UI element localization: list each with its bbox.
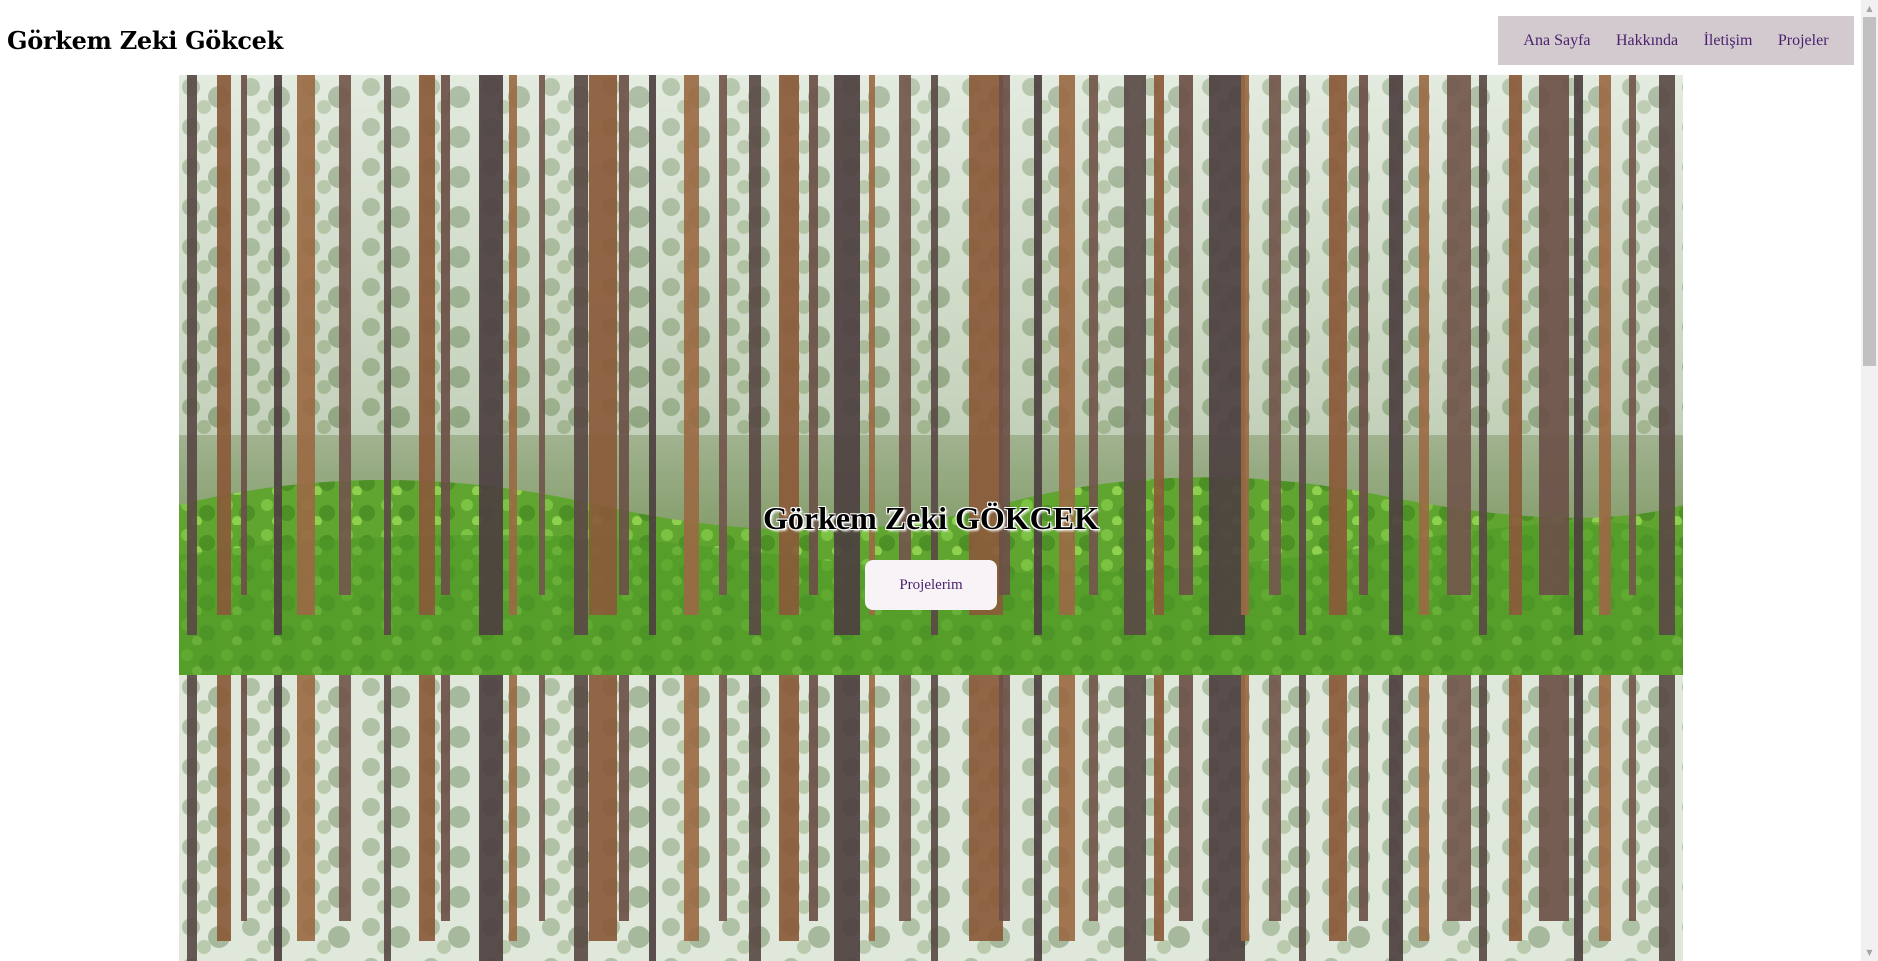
tree-trunk (1124, 675, 1146, 961)
scroll-up-arrow-icon[interactable]: ▲ (1861, 0, 1878, 17)
page: Görkem Zeki Gökcek Ana Sayfa Hakkında İl… (0, 0, 1878, 961)
tree-trunk (1089, 675, 1098, 921)
tree-trunk (834, 675, 860, 961)
tree-trunk (931, 75, 938, 635)
tree-trunk (899, 675, 911, 921)
tree-trunk (1419, 675, 1429, 941)
vertical-scrollbar[interactable]: ▲ ▼ (1861, 0, 1878, 961)
hero-section: Görkem Zeki GÖKCEK Projelerim (179, 75, 1683, 675)
tree-trunk (1269, 675, 1281, 921)
tree-trunk (241, 675, 247, 921)
tree-trunk (834, 75, 860, 635)
tree-trunk (1241, 675, 1249, 941)
tree-trunk (684, 675, 699, 941)
tree-trunk (649, 675, 656, 961)
tree-trunk (1574, 675, 1583, 961)
nav-link-home[interactable]: Ana Sayfa (1523, 32, 1590, 50)
tree-trunk (999, 675, 1010, 921)
scrollbar-thumb[interactable] (1863, 17, 1876, 366)
tree-trunk (479, 675, 503, 961)
tree-trunk (419, 675, 435, 941)
tree-trunk (1209, 75, 1245, 635)
tree-trunk (719, 675, 727, 921)
hero-heading: Görkem Zeki GÖKCEK (763, 500, 1099, 536)
tree-trunk (1359, 675, 1368, 921)
nav-link-about[interactable]: Hakkında (1616, 32, 1678, 50)
tree-trunk (339, 675, 351, 921)
tree-trunk (384, 75, 391, 635)
tree-trunk (574, 75, 588, 635)
tree-trunk (589, 675, 617, 941)
tree-trunk (931, 675, 938, 961)
scroll-down-arrow-icon[interactable]: ▼ (1861, 944, 1878, 961)
tree-trunk (479, 75, 503, 635)
tree-trunk (1299, 675, 1306, 961)
tree-trunk (384, 675, 391, 961)
tree-trunk (574, 675, 588, 961)
tree-trunk (187, 675, 197, 961)
repeated-forest-background (179, 675, 1683, 961)
tree-trunk (749, 675, 761, 961)
tree-trunk (441, 675, 450, 921)
tree-trunk (187, 75, 197, 635)
tree-trunk (1034, 675, 1042, 961)
nav-link-projects[interactable]: Projeler (1778, 32, 1829, 50)
tree-trunk (869, 675, 875, 941)
tree-trunk (1209, 675, 1245, 961)
site-title: Görkem Zeki Gökcek (7, 26, 283, 55)
tree-trunk (1179, 675, 1193, 921)
tree-trunk (969, 675, 1003, 941)
tree-trunk (509, 675, 517, 941)
tree-trunk (1509, 675, 1522, 941)
tree-trunk (1154, 675, 1164, 941)
tree-trunk (1329, 675, 1347, 941)
projects-button[interactable]: Projelerim (865, 560, 997, 610)
tree-trunk (1659, 75, 1675, 635)
main-nav: Ana Sayfa Hakkında İletişim Projeler (1498, 16, 1854, 65)
tree-trunk (1479, 675, 1487, 961)
tree-trunk (1539, 675, 1569, 921)
tree-trunk (1124, 75, 1146, 635)
tree-trunk (809, 675, 818, 921)
tree-trunk (619, 675, 629, 921)
tree-trunk (274, 675, 282, 961)
nav-link-contact[interactable]: İletişim (1704, 32, 1753, 50)
tree-trunk (1299, 75, 1306, 635)
tree-trunk (297, 675, 315, 941)
tree-trunk (1389, 75, 1403, 635)
tree-trunk (1629, 675, 1636, 921)
tree-trunk (1659, 675, 1675, 961)
tree-trunk (1034, 75, 1042, 635)
tree-trunk (217, 675, 231, 941)
tree-trunk (274, 75, 282, 635)
tree-trunk (539, 675, 545, 921)
tree-trunk (1574, 75, 1583, 635)
tree-trunk (1389, 675, 1403, 961)
tree-trunk (1599, 675, 1611, 941)
tree-trunk (1059, 675, 1075, 941)
tree-trunk (779, 675, 799, 941)
tree-trunk (1479, 75, 1487, 635)
tree-trunk (649, 75, 656, 635)
tree-trunk (1447, 675, 1471, 921)
tree-trunk (749, 75, 761, 635)
